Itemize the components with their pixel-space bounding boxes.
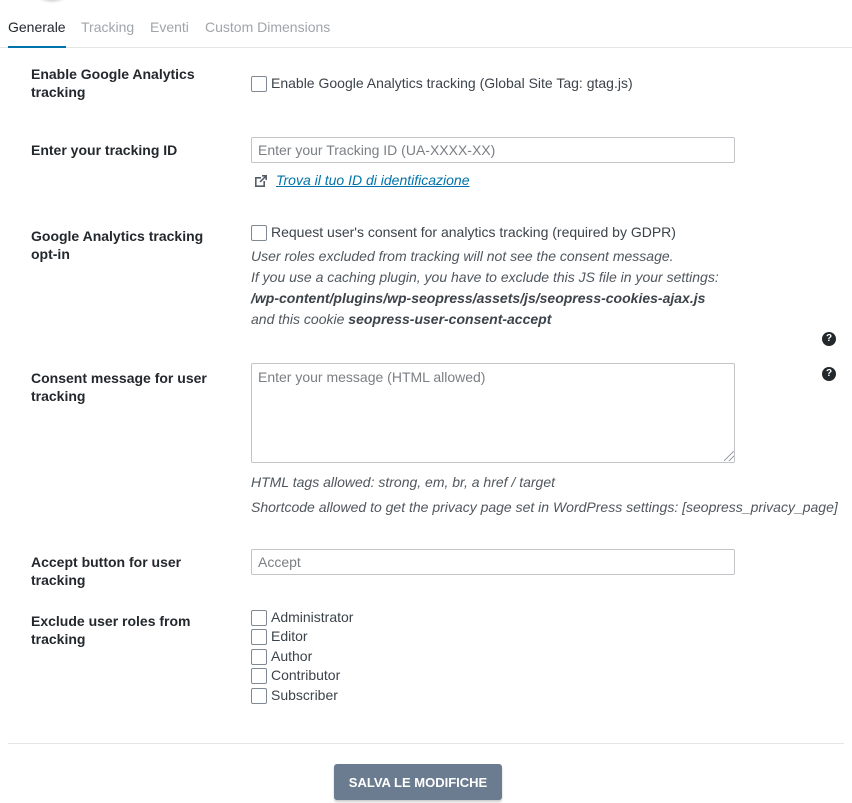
role-editor-label[interactable]: Editor [271, 627, 308, 645]
cookie-name: seopress-user-consent-accept [348, 311, 552, 327]
role-subscriber-label[interactable]: Subscriber [271, 686, 338, 704]
consent-message-label: Consent message for user tracking [31, 370, 207, 404]
opt-in-checkbox-label[interactable]: Request user's consent for analytics tra… [271, 223, 676, 241]
role-administrator-checkbox[interactable] [251, 610, 267, 626]
opt-in-desc-roles: User roles excluded from tracking will n… [251, 248, 674, 264]
enable-ga-checkbox[interactable] [251, 76, 267, 92]
opt-in-desc-cookie: and this cookie seopress-user-consent-ac… [251, 310, 551, 328]
role-contributor-label[interactable]: Contributor [271, 666, 340, 684]
help-icon[interactable]: ? [822, 367, 836, 381]
help-icon[interactable]: ? [822, 332, 836, 346]
role-author-label[interactable]: Author [271, 647, 312, 665]
consent-message-textarea[interactable] [251, 363, 735, 463]
role-editor-checkbox[interactable] [251, 629, 267, 645]
tab-eventi[interactable]: Eventi [150, 19, 189, 47]
consent-desc-tags: HTML tags allowed: strong, em, br, a hre… [251, 474, 555, 490]
cookie-prefix-text: and this cookie [251, 311, 345, 327]
footer-divider [8, 743, 844, 744]
opt-in-desc-caching: If you use a caching plugin, you have to… [251, 269, 719, 285]
find-tracking-id-link[interactable]: Trova il tuo ID di identificazione [276, 171, 470, 189]
opt-in-desc-path: /wp-content/plugins/wp-seopress/assets/j… [251, 289, 705, 307]
role-contributor-checkbox[interactable] [251, 668, 267, 684]
consent-desc-shortcode: Shortcode allowed to get the privacy pag… [251, 499, 838, 515]
save-changes-button[interactable]: SALVA LE MODIFICHE [334, 764, 502, 800]
tab-generale[interactable]: Generale [8, 19, 66, 48]
opt-in-label: Google Analytics tracking opt-in [31, 228, 204, 262]
tracking-id-input[interactable] [251, 137, 735, 163]
enable-ga-checkbox-label[interactable]: Enable Google Analytics tracking (Global… [271, 74, 633, 92]
exclude-roles-label: Exclude user roles from tracking [31, 613, 191, 647]
opt-in-checkbox[interactable] [251, 225, 267, 241]
enable-ga-label: Enable Google Analytics tracking [31, 66, 195, 100]
tab-bar: Generale Tracking Eventi Custom Dimensio… [0, 0, 852, 48]
js-file-path: /wp-content/plugins/wp-seopress/assets/j… [251, 290, 706, 306]
textarea-resize-handle[interactable] [724, 451, 734, 461]
external-link-icon [253, 173, 269, 192]
tab-custom-dimensions[interactable]: Custom Dimensions [205, 19, 330, 47]
tab-tracking[interactable]: Tracking [81, 19, 134, 47]
accept-button-input[interactable] [251, 549, 735, 575]
role-administrator-label[interactable]: Administrator [271, 608, 353, 626]
accept-button-label: Accept button for user tracking [31, 554, 182, 588]
role-author-checkbox[interactable] [251, 649, 267, 665]
tracking-id-label: Enter your tracking ID [31, 142, 178, 158]
role-subscriber-checkbox[interactable] [251, 688, 267, 704]
